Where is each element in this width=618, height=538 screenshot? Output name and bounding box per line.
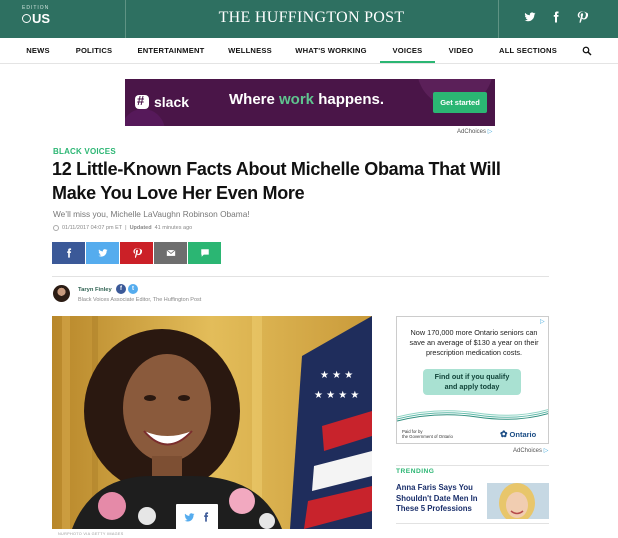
adchoices-icon: ▷ [543,448,549,454]
site-logo[interactable]: THE HUFFINGTON POST [125,9,498,27]
article-headline: 12 Little-Known Facts About Michelle Oba… [52,159,501,203]
social-links [524,11,588,23]
slack-logo: slack [135,93,190,110]
photo-share-overlay [176,504,218,530]
search-icon[interactable] [582,46,592,56]
pinterest-icon [132,248,142,258]
share-pinterest-button[interactable] [120,242,153,264]
divider [52,276,549,277]
section-label[interactable]: BLACK VOICES [53,147,116,156]
pinterest-icon[interactable] [576,11,588,23]
trending-story-title[interactable]: Anna Faris Says You Shouldn't Date Men I… [396,483,484,515]
article-subhead: We’ll miss you, Michelle LaVaughn Robins… [53,209,250,219]
hero-photo-illustration: ★ ★ ★ ★ ★ ★ ★ [52,316,372,529]
banner-tagline: Where work happens. [229,91,385,108]
sidebar-ad-cta-button[interactable]: Find out if you qualify and apply today [423,369,521,395]
sidebar-ad-disclaimer: Paid for by the Government of Ontario [402,429,453,439]
slack-hash-icon [135,93,149,109]
share-bar [52,242,221,264]
nav-item-entertainment[interactable]: ENTERTAINMENT [136,38,206,63]
nav-item-voices[interactable]: VOICES [380,38,435,63]
wave-decoration [397,409,548,422]
share-email-button[interactable] [154,242,187,264]
comment-icon [200,249,209,257]
trending-story-thumbnail[interactable] [487,483,549,519]
svg-text:★ ★ ★ ★: ★ ★ ★ ★ [314,390,359,401]
adchoices-icon: ▷ [487,129,493,135]
author-title: Black Voices Associate Editor, The Huffi… [78,297,202,303]
clock-icon [53,225,59,231]
adchoices-icon[interactable]: ▷ [540,318,545,325]
photo-credit: NURPHOTO VIA GETTY IMAGES [58,532,124,536]
twitter-icon[interactable] [183,512,195,523]
slack-brand: slack [154,94,190,110]
nav-item-wellness[interactable]: WELLNESS [225,38,275,63]
article-timestamp: 01/11/2017 04:07 pm ET | Updated 41 minutes… [53,225,192,231]
author-social: f t [116,284,138,294]
trending-thumbnail-image [487,483,549,519]
sidebar-ad[interactable]: ▷ Now 170,000 more Ontario seniors can s… [396,316,549,444]
facebook-icon[interactable] [550,11,562,23]
divider [396,465,549,466]
ontario-logo: ✿ Ontario [500,429,537,439]
facebook-icon [66,248,71,258]
nav-item-video[interactable]: VIDEO [444,38,478,63]
edition-value: US [32,11,51,26]
trillium-icon: ✿ [500,429,508,439]
globe-icon [22,14,31,23]
share-comment-button[interactable] [188,242,221,264]
divider [396,523,549,524]
nav-item-news[interactable]: NEWS [20,38,56,63]
author-avatar[interactable] [53,285,70,302]
adchoices-link[interactable]: AdChoices ▷ [457,128,492,135]
adchoices-link[interactable]: AdChoices ▷ [513,447,548,454]
share-facebook-button[interactable] [52,242,85,264]
banner-ad[interactable]: slack Where work happens. Get started [125,79,495,126]
author-name[interactable]: Taryn Finley [78,287,112,293]
get-started-button[interactable]: Get started [433,92,487,113]
svg-text:★ ★ ★: ★ ★ ★ [320,370,353,381]
nav-item-politics[interactable]: POLITICS [72,38,116,63]
hero-photo: ★ ★ ★ ★ ★ ★ ★ [52,316,372,529]
site-header: EDITION US THE HUFFINGTON POST [0,0,618,38]
header-divider [498,0,499,38]
twitter-icon[interactable] [524,11,536,23]
trending-label: TRENDING [396,468,435,475]
nav-item-all-sections[interactable]: ALL SECTIONS [496,38,560,63]
facebook-icon[interactable] [201,512,211,522]
edition-selector[interactable]: EDITION US [22,6,50,25]
main-nav: NEWS POLITICS ENTERTAINMENT WELLNESS WHA… [0,38,618,64]
twitter-icon [97,249,108,257]
sidebar-ad-text: Now 170,000 more Ontario seniors can sav… [409,328,539,357]
author-facebook-icon[interactable]: f [116,284,126,294]
nav-item-whats-working[interactable]: WHAT'S WORKING [293,38,369,63]
email-icon [166,249,175,256]
share-twitter-button[interactable] [86,242,119,264]
author-twitter-icon[interactable]: t [128,284,138,294]
